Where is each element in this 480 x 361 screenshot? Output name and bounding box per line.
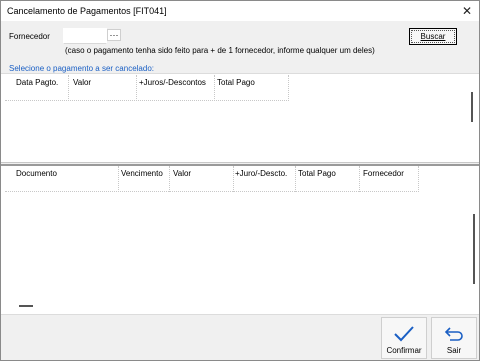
exit-button-label: Sair xyxy=(446,346,462,355)
column-divider xyxy=(68,75,69,101)
window-title: Cancelamento de Pagamentos [FIT041] xyxy=(7,6,167,16)
payments-instruction: Selecione o pagamento a ser cancelado: xyxy=(9,64,154,73)
col-juro-descto[interactable]: +Juro/-Descto. xyxy=(235,169,287,178)
return-arrow-icon xyxy=(444,327,463,341)
fornecedor-input[interactable] xyxy=(63,28,107,44)
check-icon xyxy=(394,326,414,342)
col-valor[interactable]: Valor xyxy=(73,78,91,87)
col-documento[interactable]: Documento xyxy=(16,169,57,178)
col-valor[interactable]: Valor xyxy=(173,169,191,178)
col-total-pago[interactable]: Total Pago xyxy=(217,78,255,87)
column-divider xyxy=(214,75,215,101)
column-divider xyxy=(233,166,234,192)
column-divider xyxy=(136,75,137,101)
column-divider xyxy=(169,166,170,192)
payments-grid-header: Data Pagto. Valor +Juros/-Descontos Tota… xyxy=(5,75,289,101)
payments-scrollbar[interactable] xyxy=(471,92,473,122)
documents-grid-header: Documento Vencimento Valor +Juro/-Descto… xyxy=(5,166,419,192)
search-button[interactable]: Buscar xyxy=(409,28,457,45)
fornecedor-label: Fornecedor xyxy=(9,32,50,41)
exit-button[interactable]: Sair xyxy=(431,317,477,359)
col-juros-descontos[interactable]: +Juros/-Descontos xyxy=(139,78,206,87)
documents-horizontal-scrollbar[interactable] xyxy=(19,305,33,307)
documents-grid[interactable]: Documento Vencimento Valor +Juro/-Descto… xyxy=(1,166,479,314)
documents-vertical-scrollbar[interactable] xyxy=(473,214,475,284)
dialog-window: Cancelamento de Pagamentos [FIT041] ✕ Fo… xyxy=(0,0,480,361)
footer-bar: Confirmar Sair xyxy=(1,314,479,360)
confirm-button[interactable]: Confirmar xyxy=(381,317,427,359)
fornecedor-lookup-button[interactable]: ··· xyxy=(107,29,121,41)
payments-grid[interactable]: Data Pagto. Valor +Juros/-Descontos Tota… xyxy=(1,73,479,163)
search-button-label: Buscar xyxy=(420,32,446,41)
col-vencimento[interactable]: Vencimento xyxy=(121,169,163,178)
fornecedor-hint: (caso o pagamento tenha sido feito para … xyxy=(65,46,375,55)
column-divider xyxy=(295,166,296,192)
column-divider xyxy=(359,166,360,192)
close-icon[interactable]: ✕ xyxy=(459,3,475,19)
col-total-pago[interactable]: Total Pago xyxy=(298,169,336,178)
confirm-button-label: Confirmar xyxy=(386,346,422,355)
column-divider xyxy=(118,166,119,192)
title-bar: Cancelamento de Pagamentos [FIT041] ✕ xyxy=(1,1,479,21)
col-data-pagto[interactable]: Data Pagto. xyxy=(16,78,58,87)
col-fornecedor[interactable]: Fornecedor xyxy=(363,169,404,178)
